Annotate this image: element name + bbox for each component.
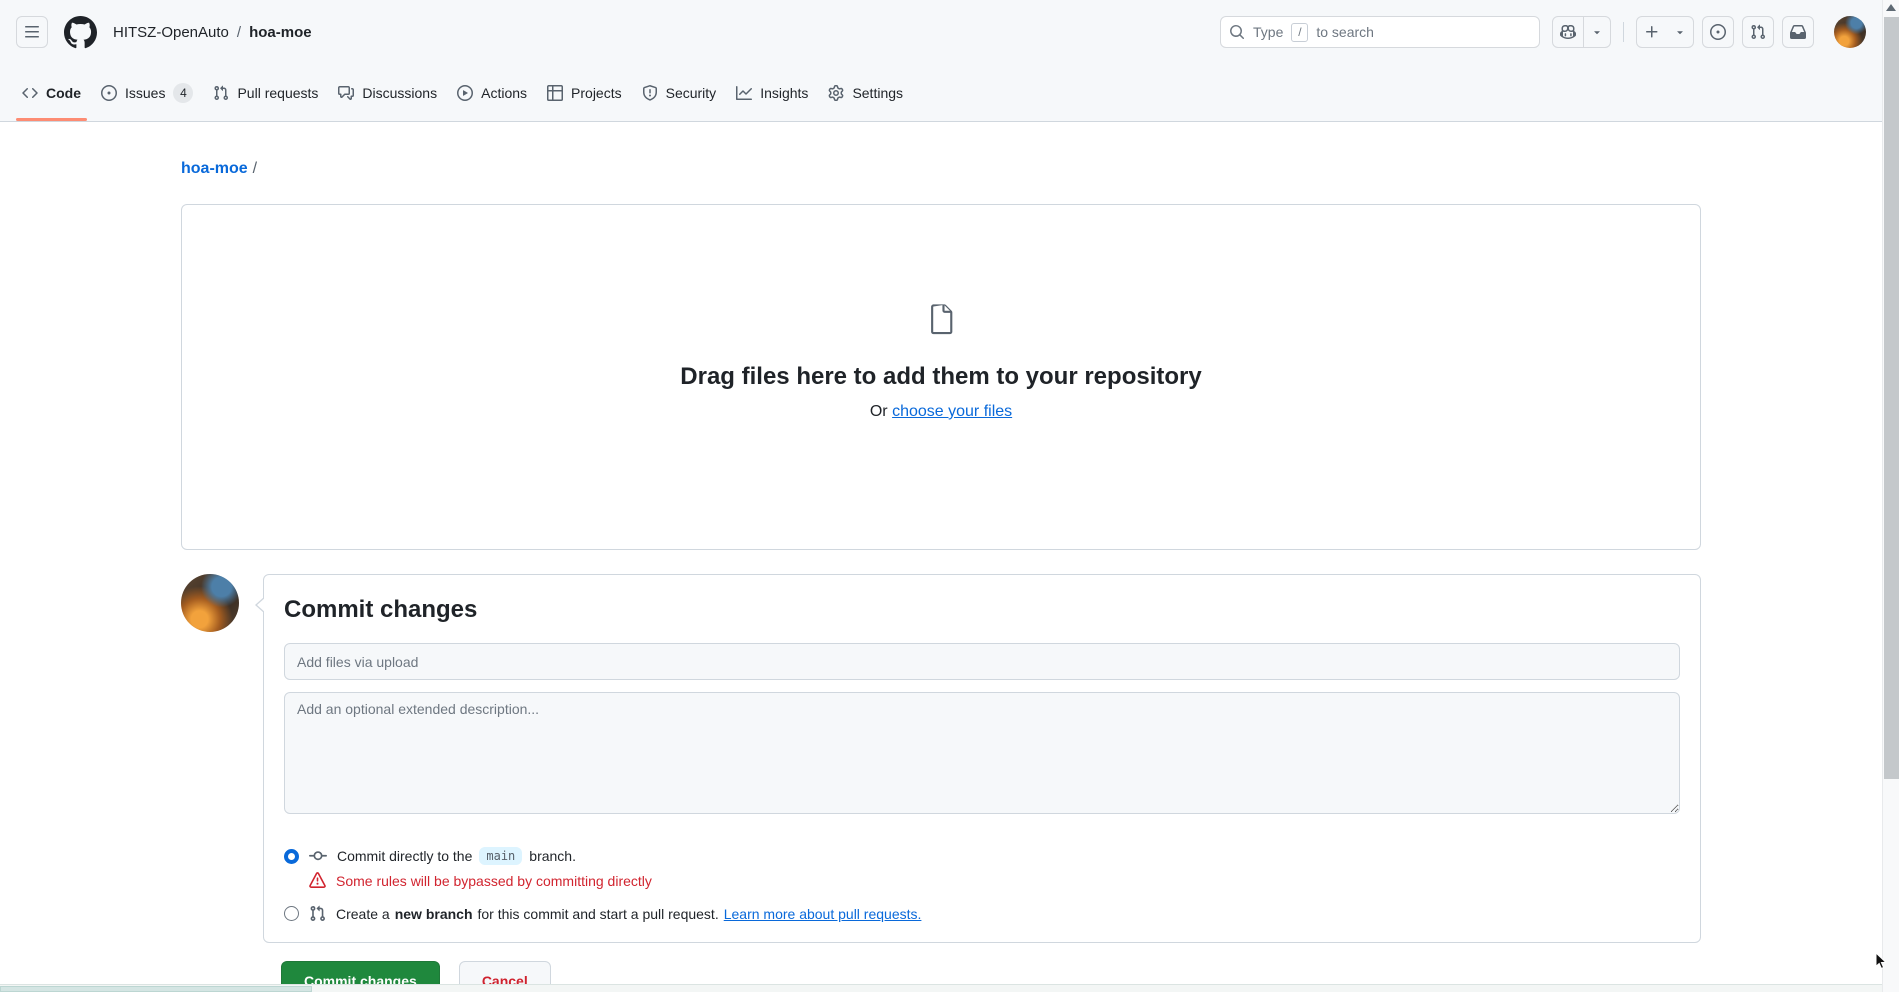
- rules-bypass-warning: Some rules will be bypassed by committin…: [309, 872, 1680, 889]
- commit-direct-label: Commit directly to the main branch.: [337, 847, 576, 865]
- tab-label: Settings: [852, 85, 903, 101]
- tab-label: Discussions: [362, 85, 437, 101]
- tab-code[interactable]: Code: [12, 64, 91, 121]
- repo-root-link[interactable]: hoa-moe: [181, 160, 248, 177]
- search-input[interactable]: Type / to search: [1220, 16, 1540, 48]
- create-new-button[interactable]: [1636, 16, 1694, 48]
- copilot-icon: [1553, 17, 1583, 47]
- header-top-row: HITSZ-OpenAuto / hoa-moe Type / to searc…: [0, 0, 1882, 64]
- github-logo-icon[interactable]: [64, 16, 97, 49]
- copilot-dropdown-caret-icon[interactable]: [1583, 17, 1610, 47]
- file-icon: [924, 303, 958, 337]
- new-branch-option: Create a new branch for this commit and …: [284, 905, 1680, 922]
- branch-name-badge: main: [479, 847, 522, 865]
- copilot-button[interactable]: [1552, 16, 1611, 48]
- pull-request-icon: [1750, 24, 1766, 40]
- tab-issues[interactable]: Issues 4: [91, 64, 203, 121]
- tab-settings[interactable]: Settings: [818, 64, 913, 121]
- repo-tab-bar: Code Issues 4 Pull requests Discussions: [0, 64, 1882, 121]
- horizontal-scrollbar-thumb[interactable]: [0, 986, 312, 992]
- user-avatar[interactable]: [1834, 16, 1866, 48]
- hamburger-icon: [24, 24, 40, 40]
- breadcrumb-org-link[interactable]: HITSZ-OpenAuto: [113, 24, 229, 41]
- tab-insights[interactable]: Insights: [726, 64, 818, 121]
- slash-key-hint: /: [1291, 23, 1308, 42]
- commit-author-avatar: [181, 574, 239, 632]
- tab-discussions[interactable]: Discussions: [328, 64, 447, 121]
- issues-count-badge: 4: [173, 83, 193, 103]
- commit-message-input[interactable]: [284, 643, 1680, 680]
- mouse-cursor-icon: [1874, 952, 1892, 970]
- header-divider: [1623, 22, 1624, 42]
- new-branch-text-pre: Create a: [336, 906, 390, 922]
- file-dropzone[interactable]: Drag files here to add them to your repo…: [181, 204, 1701, 550]
- commit-heading: Commit changes: [284, 595, 1680, 625]
- choose-files-link[interactable]: choose your files: [892, 403, 1012, 420]
- new-branch-label: Create a new branch for this commit and …: [336, 906, 921, 922]
- projects-table-icon: [547, 85, 563, 101]
- dropzone-heading: Drag files here to add them to your repo…: [680, 363, 1201, 391]
- tab-label: Issues: [125, 85, 165, 101]
- search-placeholder-pre: Type: [1253, 24, 1283, 40]
- breadcrumb-separator: /: [237, 24, 241, 41]
- commit-description-textarea[interactable]: [284, 692, 1680, 814]
- vertical-scrollbar[interactable]: [1882, 0, 1899, 992]
- settings-gear-icon: [828, 85, 844, 101]
- git-commit-icon: [309, 847, 327, 865]
- actions-play-icon: [457, 85, 473, 101]
- create-new-caret-icon: [1667, 17, 1693, 47]
- search-icon: [1229, 24, 1245, 40]
- issue-opened-icon: [101, 85, 117, 101]
- tab-label: Insights: [760, 85, 808, 101]
- app-header: HITSZ-OpenAuto / hoa-moe Type / to searc…: [0, 0, 1882, 122]
- discussions-icon: [338, 85, 354, 101]
- tab-label: Projects: [571, 85, 622, 101]
- tab-actions[interactable]: Actions: [447, 64, 537, 121]
- your-issues-button[interactable]: [1702, 16, 1734, 48]
- commit-direct-option: Commit directly to the main branch.: [284, 847, 1680, 865]
- inbox-button[interactable]: [1782, 16, 1814, 48]
- alert-triangle-icon: [309, 872, 326, 889]
- upload-path-breadcrumb: hoa-moe /: [181, 122, 1701, 178]
- warning-text: Some rules will be bypassed by committin…: [336, 873, 652, 889]
- pull-request-icon: [213, 85, 229, 101]
- tab-label: Code: [46, 85, 81, 101]
- tab-pull-requests[interactable]: Pull requests: [203, 64, 328, 121]
- code-icon: [22, 85, 38, 101]
- commit-section: Commit changes Commit directly to the ma…: [181, 574, 1701, 943]
- hamburger-menu-button[interactable]: [16, 16, 48, 48]
- inbox-icon: [1790, 24, 1806, 40]
- commit-direct-text-pre: Commit directly to the: [337, 848, 472, 864]
- plus-icon: [1637, 17, 1667, 47]
- breadcrumb: HITSZ-OpenAuto / hoa-moe: [113, 24, 312, 41]
- learn-more-link[interactable]: Learn more about pull requests.: [724, 906, 922, 922]
- new-branch-text-post: for this commit and start a pull request…: [478, 906, 719, 922]
- tab-projects[interactable]: Projects: [537, 64, 632, 121]
- new-branch-bold-text: new branch: [395, 906, 473, 922]
- vertical-scrollbar-thumb[interactable]: [1884, 17, 1899, 779]
- tab-label: Security: [666, 85, 717, 101]
- commit-direct-radio[interactable]: [284, 849, 299, 864]
- scrollbar-up-arrow-icon[interactable]: [1886, 4, 1896, 11]
- your-pull-requests-button[interactable]: [1742, 16, 1774, 48]
- main-content: hoa-moe / Drag files here to add them to …: [0, 122, 1882, 992]
- commit-card: Commit changes Commit directly to the ma…: [263, 574, 1701, 943]
- dropzone-subtext: Or choose your files: [870, 403, 1012, 421]
- breadcrumb-repo-link[interactable]: hoa-moe: [249, 24, 312, 41]
- horizontal-scrollbar[interactable]: [0, 984, 1882, 992]
- security-shield-icon: [642, 85, 658, 101]
- or-text: Or: [870, 403, 888, 420]
- insights-graph-icon: [736, 85, 752, 101]
- header-actions: [1636, 16, 1866, 48]
- path-separator: /: [253, 160, 257, 177]
- commit-direct-text-post: branch.: [529, 848, 576, 864]
- tab-security[interactable]: Security: [632, 64, 727, 121]
- new-branch-radio[interactable]: [284, 906, 299, 921]
- tab-label: Actions: [481, 85, 527, 101]
- tab-label: Pull requests: [237, 85, 318, 101]
- search-placeholder-post: to search: [1316, 24, 1374, 40]
- issue-opened-icon: [1710, 24, 1726, 40]
- pull-request-icon: [309, 905, 326, 922]
